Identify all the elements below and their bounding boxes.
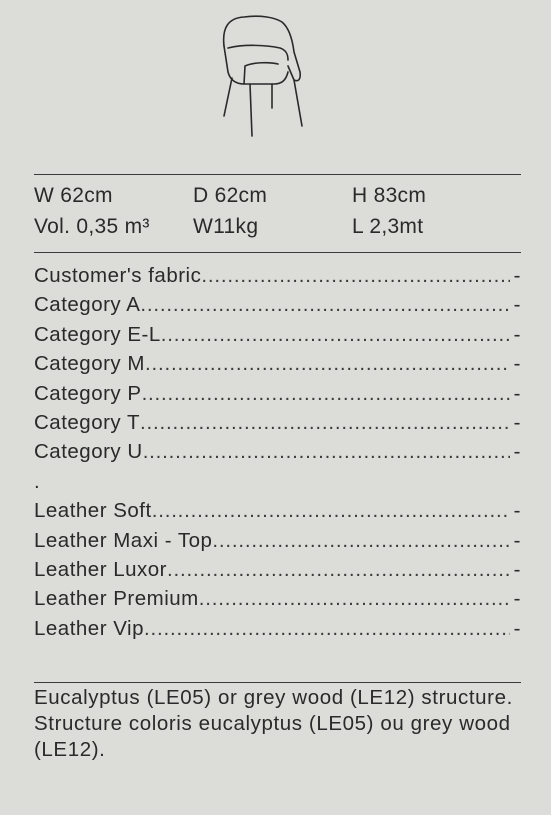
top-divider — [34, 174, 521, 175]
dot-leader: ........................................… — [201, 264, 509, 287]
price-value: - — [513, 587, 521, 611]
price-value: - — [513, 322, 521, 346]
dot-leader: ........................................… — [143, 616, 510, 640]
weight-value: W11kg — [193, 215, 259, 238]
price-label: Category T — [34, 410, 141, 434]
price-list: Customer's fabric.......................… — [34, 264, 521, 646]
dot-leader: ........................................… — [142, 440, 510, 464]
dot-leader: ........................................… — [140, 293, 510, 317]
dimensions-row-2: Vol. 0,35 m³ W11kg L 2,3mt — [34, 215, 521, 246]
height-value: H 83cm — [352, 184, 427, 207]
price-label: Customer's fabric — [34, 264, 202, 287]
structure-note-english: Eucalyptus (LE05) or grey wood (LE12) st… — [34, 686, 513, 709]
dot-leader: ........................................… — [144, 352, 510, 376]
price-label: Category M — [34, 352, 145, 376]
price-row-leather-soft: Leather Soft............................… — [34, 499, 521, 528]
dimensions-block: W 62cm D 62cm H 83cm Vol. 0,35 m³ W11kg … — [34, 184, 521, 246]
price-row-leather-luxor: Leather Luxor...........................… — [34, 558, 521, 587]
price-row-leather-vip: Leather Vip.............................… — [34, 617, 521, 646]
price-row-category-p: Category P..............................… — [34, 382, 521, 411]
price-value: - — [513, 264, 521, 287]
price-row-category-a: Category A..............................… — [34, 293, 521, 322]
price-value: - — [513, 557, 521, 581]
price-label: Leather Soft — [34, 499, 152, 523]
structure-note-french: Structure coloris eucalyptus (LE05) ou g… — [34, 712, 511, 761]
bottom-divider — [34, 682, 521, 683]
price-row-category-m: Category M..............................… — [34, 352, 521, 381]
dot-leader: ........................................… — [160, 322, 510, 346]
length-value: L 2,3mt — [352, 215, 424, 238]
price-label: Category P — [34, 381, 142, 405]
price-row-leather-premium: Leather Premium.........................… — [34, 587, 521, 616]
price-value: - — [513, 499, 521, 523]
price-label: Leather Maxi - Top — [34, 528, 213, 552]
dot-leader: ........................................… — [141, 381, 510, 405]
price-row-separator: . — [34, 470, 521, 499]
price-value: - — [513, 528, 521, 552]
price-row-leather-maxi-top: Leather Maxi - Top......................… — [34, 529, 521, 558]
price-label: Leather Vip — [34, 616, 144, 640]
structure-notes: Eucalyptus (LE05) or grey wood (LE12) st… — [34, 685, 521, 763]
dot-leader: ........................................… — [140, 410, 510, 434]
dot-leader: ........................................… — [151, 499, 510, 523]
price-row-category-u: Category U..............................… — [34, 440, 521, 469]
price-value: - — [513, 381, 521, 405]
dot-leader: ........................................… — [167, 557, 510, 581]
separator-mark: . — [34, 469, 41, 493]
price-value: - — [513, 410, 521, 434]
width-value: W 62cm — [34, 184, 113, 207]
price-label: Leather Luxor — [34, 557, 168, 581]
dot-leader: ........................................… — [198, 587, 510, 611]
middle-divider — [34, 252, 521, 253]
price-value: - — [513, 440, 521, 464]
price-row-category-e-l: Category E-L............................… — [34, 323, 521, 352]
price-label: Category A — [34, 293, 141, 317]
price-value: - — [513, 352, 521, 376]
chair-illustration — [222, 15, 303, 137]
dot-leader: ........................................… — [212, 528, 509, 552]
price-label: Category E-L — [34, 322, 161, 346]
dimensions-row-1: W 62cm D 62cm H 83cm — [34, 184, 521, 215]
price-label: Category U — [34, 440, 143, 464]
price-value: - — [513, 616, 521, 640]
price-row-customers-fabric: Customer's fabric.......................… — [34, 264, 521, 293]
price-row-category-t: Category T..............................… — [34, 411, 521, 440]
price-value: - — [513, 293, 521, 317]
depth-value: D 62cm — [193, 184, 268, 207]
price-label: Leather Premium — [34, 587, 199, 611]
volume-value: Vol. 0,35 m³ — [34, 215, 150, 238]
